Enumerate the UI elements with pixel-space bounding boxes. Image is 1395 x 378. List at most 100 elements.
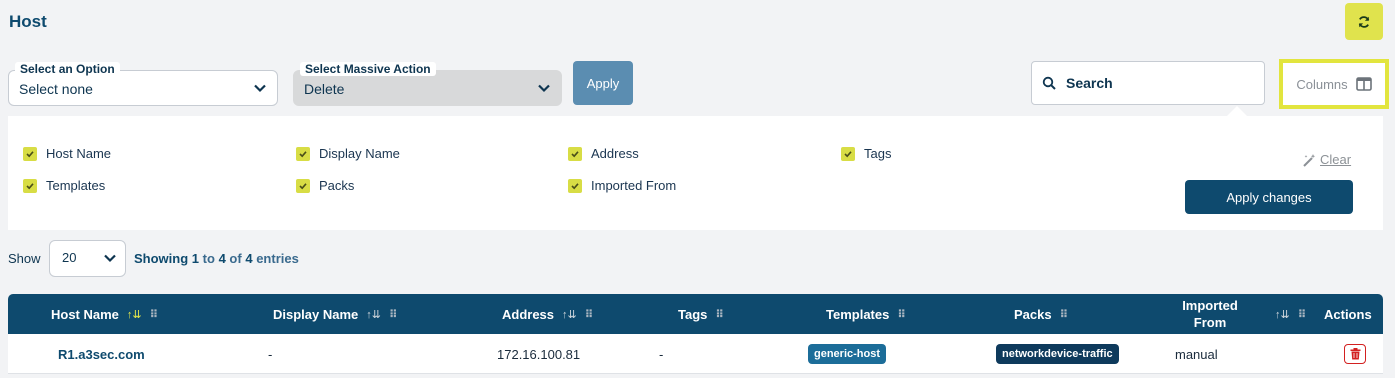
search-input[interactable]	[1066, 75, 1246, 91]
table-header: Host Name ↑⇊ ⠿ Display Name ↑⇊ ⠿ Address…	[8, 294, 1383, 334]
check-icon	[296, 178, 310, 193]
entries-to-word: to	[202, 251, 215, 266]
header-label: Tags	[678, 306, 708, 322]
cell-tags: -	[659, 346, 664, 362]
column-toggle-label: Host Name	[46, 146, 112, 161]
option-select-value: Select none	[19, 81, 93, 97]
header-label: Address	[502, 306, 555, 322]
header-label: Templates	[826, 306, 890, 322]
entries-suffix: entries	[256, 251, 299, 266]
cell-actions	[1344, 334, 1366, 374]
header-label: Packs	[1014, 306, 1052, 322]
check-icon	[568, 178, 582, 193]
column-toggle-packs[interactable]: Packs	[296, 178, 354, 193]
column-toggle-label: Packs	[319, 178, 355, 193]
column-toggle-imported-from[interactable]: Imported From	[568, 178, 676, 193]
page-size-select[interactable]: 20	[49, 240, 126, 277]
check-icon	[23, 178, 37, 193]
massive-action-value: Delete	[304, 81, 345, 97]
massive-action-legend: Select Massive Action	[300, 62, 436, 76]
sort-icon[interactable]: ↑⇊	[1275, 308, 1290, 321]
column-header-host-name[interactable]: Host Name ↑⇊ ⠿	[51, 294, 159, 334]
imported-from-controls: ↑⇊ ⠿	[1275, 294, 1307, 334]
column-header-tags[interactable]: Tags ⠿	[678, 294, 724, 334]
cell-address: 172.16.100.81	[497, 346, 581, 362]
cell-packs: networkdevice-traffic	[996, 334, 1119, 374]
host-name-link[interactable]: R1.a3sec.com	[58, 334, 145, 374]
drag-handle-icon[interactable]: ⠿	[150, 308, 159, 321]
page-title: Host	[9, 12, 47, 31]
column-toggle-label: Imported From	[591, 178, 677, 193]
delete-button[interactable]	[1344, 344, 1366, 364]
header-label: From	[1193, 315, 1227, 330]
column-header-packs[interactable]: Packs ⠿	[1014, 294, 1069, 334]
apply-changes-button[interactable]: Apply changes	[1185, 180, 1353, 214]
table-row: R1.a3sec.com - 172.16.100.81 - generic-h…	[8, 334, 1383, 374]
entries-prefix: Showing	[134, 251, 189, 266]
column-header-actions: Actions	[1324, 294, 1372, 334]
column-toggle-display-name[interactable]: Display Name	[296, 146, 400, 161]
check-icon	[568, 146, 582, 161]
column-toggle-tags[interactable]: Tags	[841, 146, 891, 161]
apply-button[interactable]: Apply	[573, 61, 633, 105]
search-box[interactable]	[1031, 61, 1265, 105]
entries-of-word: of	[229, 251, 242, 266]
drag-handle-icon[interactable]: ⠿	[715, 308, 724, 321]
columns-label: Columns	[1296, 76, 1348, 92]
check-icon	[841, 146, 855, 161]
column-toggle-label: Display Name	[319, 146, 400, 161]
columns-panel: Host Name Display Name Address Tags Temp…	[8, 116, 1383, 230]
pack-badge[interactable]: networkdevice-traffic	[996, 344, 1119, 364]
entries-total: 4	[245, 251, 253, 266]
column-toggle-address[interactable]: Address	[568, 146, 639, 161]
column-header-display-name[interactable]: Display Name ↑⇊ ⠿	[273, 294, 398, 334]
trash-icon	[1350, 348, 1360, 360]
drag-handle-icon[interactable]: ⠿	[389, 308, 398, 321]
columns-button[interactable]: Columns	[1279, 59, 1389, 109]
template-badge[interactable]: generic-host	[808, 344, 887, 364]
chevron-down-icon	[538, 84, 550, 93]
clear-label: Clear	[1320, 152, 1352, 167]
header-label: Actions	[1324, 306, 1372, 322]
entries-info: Showing 1 to 4 of 4 entries	[134, 251, 299, 266]
column-toggle-templates[interactable]: Templates	[23, 178, 105, 193]
columns-panel-pointer	[1227, 106, 1247, 116]
column-toggle-label: Templates	[46, 178, 106, 193]
chevron-down-icon	[104, 254, 116, 263]
drag-handle-icon[interactable]: ⠿	[897, 308, 906, 321]
header-label: Host Name	[51, 306, 119, 322]
sort-icon[interactable]: ↑⇊	[366, 308, 381, 321]
column-toggle-label: Address	[591, 146, 639, 161]
column-toggle-host-name[interactable]: Host Name	[23, 146, 111, 161]
page-size-value: 20	[62, 250, 77, 265]
check-icon	[23, 146, 37, 161]
show-label: Show	[8, 251, 41, 266]
sort-icon[interactable]: ↑⇊	[562, 308, 577, 321]
cell-templates: generic-host	[808, 334, 887, 374]
option-select-legend: Select an Option	[15, 62, 120, 76]
entries-to: 4	[218, 251, 226, 266]
column-header-address[interactable]: Address ↑⇊ ⠿	[502, 294, 594, 334]
chevron-down-icon	[254, 84, 266, 93]
option-select[interactable]: Select an Option Select none	[8, 62, 278, 106]
entries-from: 1	[191, 251, 200, 266]
sort-icon[interactable]: ↑⇊	[127, 308, 142, 321]
header-label: Imported	[1182, 298, 1238, 313]
magic-wand-icon	[1303, 153, 1316, 167]
column-header-templates[interactable]: Templates ⠿	[826, 294, 906, 334]
refresh-button[interactable]	[1345, 3, 1383, 40]
cell-display-name: -	[268, 346, 273, 362]
column-header-imported-from[interactable]: Imported From	[1180, 294, 1240, 334]
header-label: Display Name	[273, 306, 359, 322]
drag-handle-icon[interactable]: ⠿	[1298, 308, 1307, 321]
clear-link[interactable]: Clear	[1302, 152, 1351, 167]
search-icon	[1042, 76, 1056, 90]
massive-action-select[interactable]: Select Massive Action Delete	[293, 62, 562, 106]
cell-imported-from: manual	[1175, 346, 1218, 362]
drag-handle-icon[interactable]: ⠿	[585, 308, 594, 321]
columns-icon	[1355, 77, 1372, 91]
refresh-icon	[1358, 15, 1370, 28]
column-toggle-label: Tags	[864, 146, 892, 161]
drag-handle-icon[interactable]: ⠿	[1060, 308, 1069, 321]
check-icon	[296, 146, 310, 161]
